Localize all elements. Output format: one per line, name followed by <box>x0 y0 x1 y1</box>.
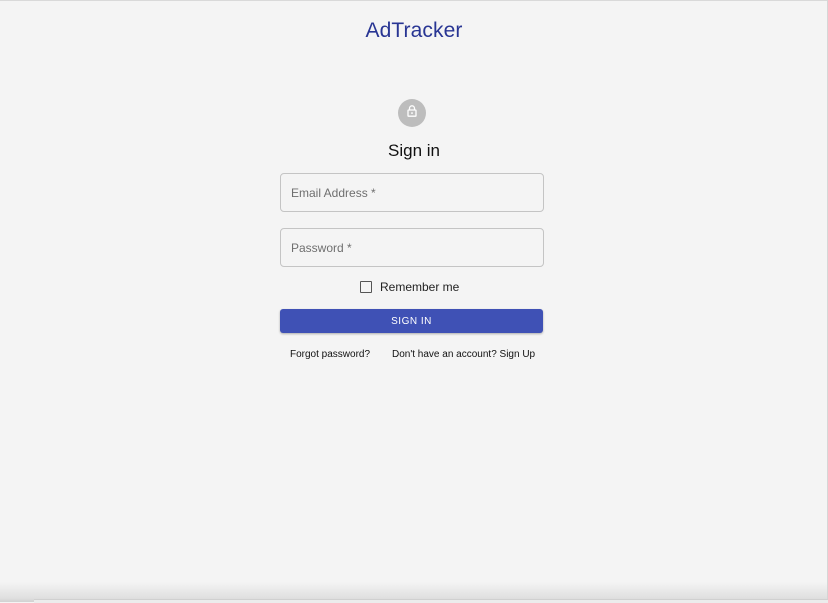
email-field[interactable] <box>280 173 544 212</box>
remember-me-control[interactable]: Remember me <box>360 280 459 294</box>
remember-me-checkbox[interactable] <box>360 281 372 293</box>
forgot-password-link[interactable]: Forgot password? <box>290 349 370 360</box>
page-title: Sign in <box>388 141 440 160</box>
bottom-edge <box>34 599 828 603</box>
email-input[interactable] <box>281 174 543 211</box>
sign-in-button[interactable]: SIGN IN <box>280 309 543 333</box>
lock-avatar <box>398 99 426 127</box>
lock-icon <box>405 104 419 123</box>
password-input[interactable] <box>281 229 543 266</box>
password-field[interactable] <box>280 228 544 267</box>
sign-up-link[interactable]: Don't have an account? Sign Up <box>392 349 535 360</box>
app-brand-title: AdTracker <box>365 19 463 42</box>
top-border <box>0 0 828 1</box>
remember-me-label[interactable]: Remember me <box>380 280 459 294</box>
